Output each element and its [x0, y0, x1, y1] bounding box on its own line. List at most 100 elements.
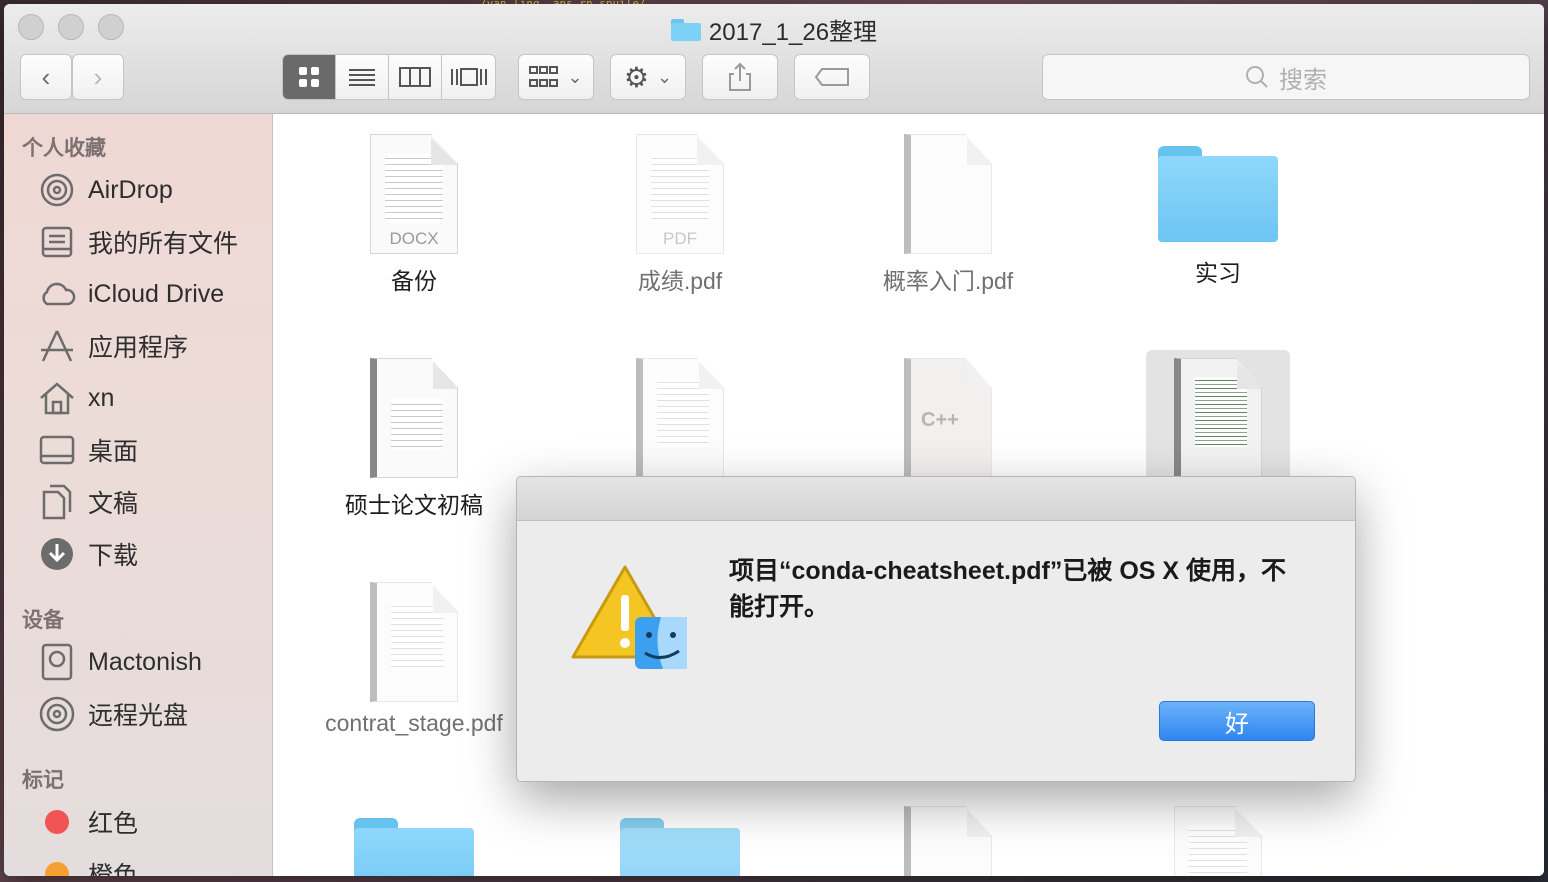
file-name: 成绩.pdf — [637, 268, 723, 294]
sidebar-item-tag-red[interactable]: 红色 — [38, 802, 138, 842]
file-name: contrat_stage.pdf — [325, 710, 503, 736]
file-item[interactable]: 实习 — [1088, 134, 1348, 288]
icon-view-button[interactable] — [283, 55, 336, 99]
search-icon — [1246, 66, 1268, 88]
home-icon — [38, 379, 76, 417]
view-mode-control — [282, 54, 496, 100]
sidebar-item-label: iCloud Drive — [88, 279, 225, 308]
ok-button[interactable]: 好 — [1159, 701, 1315, 741]
warning-finder-icon — [569, 561, 689, 671]
file-item[interactable]: C++ — [818, 358, 1078, 478]
pdf-file-icon — [370, 582, 458, 702]
tag-icon — [814, 68, 849, 86]
chevron-right-icon: › — [93, 61, 103, 92]
sidebar-item-label: 下载 — [88, 542, 139, 570]
red-tag-dot — [45, 810, 69, 834]
file-name: 概率入门.pdf — [882, 268, 1014, 294]
sidebar-item-downloads[interactable]: 下载 — [38, 534, 138, 574]
folder-icon — [670, 18, 701, 41]
sidebar-item-label: xn — [88, 383, 115, 412]
sidebar-item-label: 远程光盘 — [88, 702, 189, 730]
share-button[interactable] — [702, 54, 778, 100]
file-item[interactable] — [284, 806, 544, 876]
sidebar-item-label: 应用程序 — [88, 334, 189, 362]
folder-icon — [620, 818, 740, 876]
pdf-file-icon: C++ — [904, 358, 992, 478]
folder-icon — [1158, 146, 1278, 242]
tags-header: 标记 — [22, 769, 64, 792]
sidebar-item-label: 红色 — [88, 810, 139, 838]
file-item[interactable]: 硕士论文初稿 — [284, 358, 544, 520]
file-item[interactable] — [550, 358, 810, 478]
list-icon — [349, 69, 375, 86]
forward-button[interactable]: › — [72, 54, 124, 100]
file-item[interactable] — [818, 806, 1078, 876]
back-button[interactable]: ‹ — [20, 54, 72, 100]
sidebar-item-airdrop[interactable]: AirDrop — [38, 170, 173, 210]
cover-flow-view-button[interactable] — [442, 55, 495, 99]
documents-icon — [38, 483, 76, 521]
sidebar-item-home[interactable]: xn — [38, 378, 114, 418]
cloud-icon — [38, 275, 76, 313]
favorites-header: 个人收藏 — [22, 137, 106, 160]
window-title-text: 2017_1_26整理 — [708, 19, 878, 46]
sidebar-item-icloud[interactable]: iCloud Drive — [38, 274, 224, 314]
sidebar-item-label: AirDrop — [88, 175, 173, 204]
devices-header: 设备 — [22, 609, 64, 632]
chevron-down-icon: ⌄ — [657, 66, 673, 87]
share-icon — [729, 62, 751, 91]
sidebar-item-tag-orange[interactable]: 橙色 — [38, 854, 138, 876]
file-item[interactable] — [550, 806, 810, 876]
pdf-file-icon — [1174, 358, 1262, 478]
pdf-file-icon — [904, 806, 992, 876]
file-item[interactable]: PDF 成绩.pdf — [550, 134, 810, 296]
arrange-button[interactable]: ⌄ — [518, 54, 594, 100]
column-view-button[interactable] — [389, 55, 442, 99]
list-view-button[interactable] — [336, 55, 389, 99]
alert-message: 项目“conda-cheatsheet.pdf”已被 OS X 使用，不能打开。 — [729, 557, 1287, 621]
airdrop-icon — [38, 171, 76, 209]
desktop-icon — [38, 431, 76, 469]
gear-icon: ⚙ — [623, 61, 649, 93]
sidebar-item-label: Mactonish — [88, 647, 202, 676]
sidebar-item-all-files[interactable]: 我的所有文件 — [38, 222, 238, 262]
sidebar: 个人收藏 AirDrop 我的所有文件 iCloud Drive 应用程序 xn… — [4, 114, 273, 876]
sidebar-item-remote-disc[interactable]: 远程光盘 — [38, 694, 188, 734]
sidebar-item-label: 文稿 — [88, 490, 139, 518]
dialog-title-bar — [517, 477, 1355, 521]
file-item[interactable]: contrat_stage.pdf — [284, 582, 544, 737]
file-name: 实习 — [1195, 260, 1241, 286]
docx-file-icon: DOCX — [370, 134, 458, 254]
file-item[interactable]: DOCX 备份 — [284, 134, 544, 296]
tags-button[interactable] — [794, 54, 870, 100]
all-files-icon — [38, 223, 76, 261]
sidebar-item-label: 桌面 — [88, 438, 139, 466]
sidebar-item-label: 我的所有文件 — [88, 230, 239, 258]
hard-drive-icon — [38, 643, 76, 681]
file-item-selected[interactable] — [1088, 358, 1348, 478]
columns-icon — [399, 67, 431, 87]
search-field[interactable]: 搜索 — [1042, 54, 1530, 100]
sidebar-item-applications[interactable]: 应用程序 — [38, 326, 188, 366]
sidebar-item-desktop[interactable]: 桌面 — [38, 430, 138, 470]
chevron-down-icon: ⌄ — [567, 66, 583, 87]
orange-tag-dot — [45, 862, 69, 876]
pdf-file-icon — [904, 134, 992, 254]
file-item[interactable]: 概率入门.pdf — [818, 134, 1078, 296]
action-button[interactable]: ⚙ ⌄ — [610, 54, 686, 100]
grid-icon — [299, 67, 319, 87]
sidebar-item-mactonish[interactable]: Mactonish — [38, 642, 202, 682]
folder-icon — [354, 818, 474, 876]
search-placeholder: 搜索 — [1279, 66, 1327, 94]
file-name: 备份 — [391, 268, 437, 294]
sidebar-item-documents[interactable]: 文稿 — [38, 482, 138, 522]
cover-flow-icon — [450, 68, 487, 86]
arrange-grid-icon — [529, 66, 559, 87]
alert-dialog: 项目“conda-cheatsheet.pdf”已被 OS X 使用，不能打开。… — [516, 476, 1356, 782]
doc-file-icon — [370, 358, 458, 478]
download-icon — [38, 535, 76, 573]
toolbar: 2017_1_26整理 ‹ › ⌄ ⚙ ⌄ 搜索 — [4, 4, 1544, 114]
file-item[interactable] — [1088, 806, 1348, 876]
chevron-left-icon: ‹ — [41, 61, 51, 92]
disc-icon — [38, 695, 76, 733]
